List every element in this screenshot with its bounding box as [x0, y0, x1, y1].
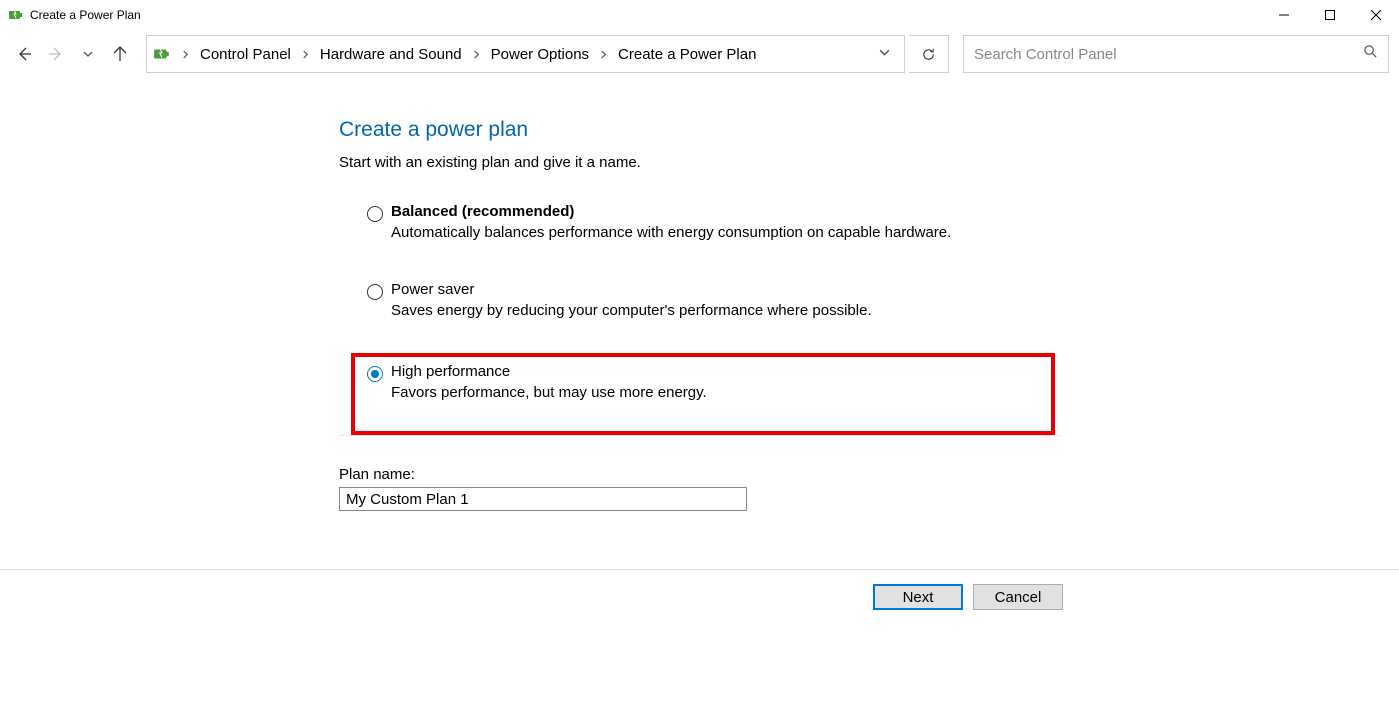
search-icon[interactable]	[1363, 44, 1378, 64]
plan-description: Automatically balances performance with …	[391, 224, 951, 241]
next-button[interactable]: Next	[873, 584, 963, 610]
nav-history-dropdown[interactable]	[74, 40, 102, 68]
window-title: Create a Power Plan	[30, 8, 141, 22]
nav-forward-button[interactable]	[42, 40, 70, 68]
search-box[interactable]	[963, 35, 1389, 73]
plan-description: Saves energy by reducing your computer's…	[391, 302, 872, 319]
radio-balanced[interactable]	[367, 206, 383, 222]
search-input[interactable]	[974, 46, 1363, 63]
plan-description: Favors performance, but may use more ene…	[391, 384, 707, 401]
minimize-button[interactable]	[1261, 0, 1307, 30]
breadcrumb-item[interactable]: Control Panel	[196, 42, 295, 67]
page-subheading: Start with an existing plan and give it …	[339, 154, 1399, 171]
cancel-button[interactable]: Cancel	[973, 584, 1063, 610]
chevron-right-icon[interactable]	[466, 50, 487, 59]
nav-back-button[interactable]	[10, 40, 38, 68]
nav-up-button[interactable]	[106, 40, 134, 68]
plan-label: High performance	[391, 363, 707, 380]
breadcrumb-item[interactable]: Power Options	[487, 42, 593, 67]
breadcrumb[interactable]: Control Panel Hardware and Sound Power O…	[146, 35, 905, 73]
plan-label: Balanced (recommended)	[391, 203, 951, 220]
radio-high-performance[interactable]	[367, 366, 383, 382]
power-options-icon	[153, 45, 171, 63]
nav-bar: Control Panel Hardware and Sound Power O…	[0, 30, 1399, 78]
plan-name-input[interactable]	[339, 487, 747, 511]
plan-label: Power saver	[391, 281, 872, 298]
refresh-button[interactable]	[909, 35, 949, 73]
breadcrumb-item[interactable]: Hardware and Sound	[316, 42, 466, 67]
plan-name-section: Plan name:	[339, 466, 1399, 511]
breadcrumb-item[interactable]: Create a Power Plan	[614, 42, 760, 67]
power-options-icon	[8, 7, 24, 23]
plan-option-balanced[interactable]: Balanced (recommended) Automatically bal…	[363, 197, 1059, 247]
page-heading: Create a power plan	[339, 118, 1399, 142]
footer: Next Cancel	[0, 569, 1399, 610]
chevron-right-icon[interactable]	[175, 50, 196, 59]
plan-name-label: Plan name:	[339, 466, 1399, 483]
close-button[interactable]	[1353, 0, 1399, 30]
plan-option-high-performance[interactable]: High performance Favors performance, but…	[351, 353, 1055, 435]
chevron-right-icon[interactable]	[295, 50, 316, 59]
title-bar: Create a Power Plan	[0, 0, 1399, 30]
plan-options: Balanced (recommended) Automatically bal…	[339, 197, 1059, 436]
radio-power-saver[interactable]	[367, 284, 383, 300]
breadcrumb-dropdown[interactable]	[871, 45, 898, 63]
plan-option-power-saver[interactable]: Power saver Saves energy by reducing you…	[363, 275, 1059, 325]
content-area: Create a power plan Start with an existi…	[0, 78, 1399, 541]
maximize-button[interactable]	[1307, 0, 1353, 30]
chevron-right-icon[interactable]	[593, 50, 614, 59]
window-controls	[1261, 0, 1399, 30]
